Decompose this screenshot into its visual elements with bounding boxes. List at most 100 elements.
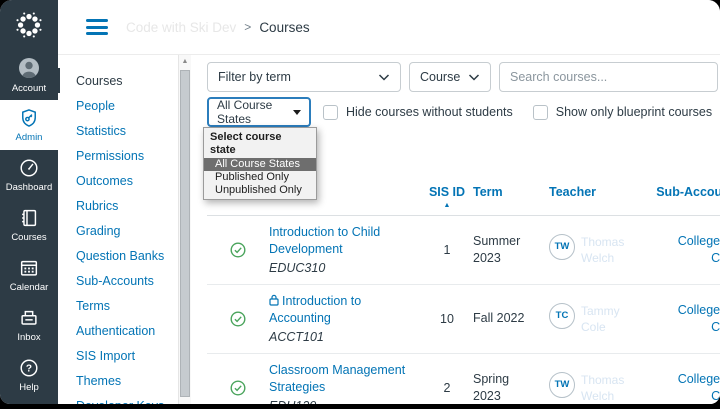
column-header-sub-account[interactable]: Sub-Account — [639, 185, 720, 199]
teacher-name-link[interactable]: Tammy Cole — [581, 303, 639, 335]
sidebar-item-people[interactable]: People — [58, 93, 178, 118]
dropdown-option-all-course-states[interactable]: All Course States — [204, 158, 316, 171]
sidebar-item-statistics[interactable]: Statistics — [58, 118, 178, 143]
course-code: EDU120 — [269, 398, 415, 404]
published-status-cell — [207, 242, 269, 258]
sidebar-item-terms[interactable]: Terms — [58, 293, 178, 318]
breadcrumb-current: Courses — [259, 19, 310, 35]
course-code: ACCT101 — [269, 329, 324, 344]
course-cell: Classroom Management Strategies EDU120 — [269, 362, 421, 404]
course-link[interactable]: Introduction to Child Development — [269, 224, 415, 258]
global-nav-dashboard[interactable]: Dashboard — [0, 150, 58, 200]
column-header-sis-id[interactable]: SIS ID ▲ — [421, 185, 473, 209]
sub-account-link[interactable]: College of Cou — [639, 302, 720, 337]
course-state-value: All Course States — [217, 98, 273, 126]
filter-row-primary: Filter by term Course — [207, 62, 720, 92]
sidebar-item-courses[interactable]: Courses — [58, 68, 178, 93]
term-cell: Summer 2023 — [473, 233, 521, 266]
sub-account-line: Cou — [711, 320, 720, 334]
filter-row-secondary: All Course States Hide courses without s… — [207, 97, 720, 127]
global-nav-help-label: Help — [19, 382, 39, 393]
courses-main-panel: Filter by term Course Search courses... … — [191, 55, 720, 404]
global-nav-dashboard-label: Dashboard — [5, 182, 53, 193]
global-nav-inbox[interactable]: Inbox — [0, 300, 58, 350]
sidebar-item-outcomes[interactable]: Outcomes — [58, 168, 178, 193]
page-header: Code with Ski Dev > Courses — [58, 0, 720, 55]
teacher-avatar[interactable]: TW — [549, 233, 575, 260]
column-header-teacher[interactable]: Teacher — [543, 185, 639, 199]
sidebar-item-sub-accounts[interactable]: Sub-Accounts — [58, 268, 178, 293]
select-triangle-icon — [293, 109, 301, 115]
sidebar-item-rubrics[interactable]: Rubrics — [58, 193, 178, 218]
teacher-cell: TW Thomas Welch — [543, 233, 639, 266]
sidebar-item-permissions[interactable]: Permissions — [58, 143, 178, 168]
hide-without-students-checkbox[interactable] — [323, 104, 338, 120]
sidebar-item-question-banks[interactable]: Question Banks — [58, 243, 178, 268]
sidebar-item-themes[interactable]: Themes — [58, 368, 178, 393]
course-cell: Introduction to Child Development EDUC31… — [269, 224, 421, 276]
course-state-select[interactable]: All Course States — [207, 97, 311, 127]
breadcrumb-account-link[interactable]: Code with Ski Dev — [126, 20, 236, 35]
published-check-icon — [230, 242, 246, 258]
teacher-cell: TC Tammy Cole — [543, 302, 639, 335]
course-link[interactable]: Classroom Management Strategies — [269, 362, 415, 396]
help-question-icon: ? — [20, 359, 38, 377]
blueprint-only-checkbox[interactable] — [532, 104, 548, 120]
sidebar-item-sis-import[interactable]: SIS Import — [58, 343, 178, 368]
published-status-cell — [207, 311, 269, 327]
blueprint-only-label: Show only blueprint courses — [555, 105, 713, 119]
dropdown-option-unpublished-only[interactable]: Unpublished Only — [204, 184, 316, 197]
screenshot-frame: Account Admin Dashboard Courses Calendar… — [0, 0, 720, 409]
dropdown-group-label: Select course state — [210, 131, 282, 156]
course-type-select[interactable]: Course — [409, 62, 491, 92]
column-header-term[interactable]: Term — [473, 185, 543, 199]
teacher-cell: TW Thomas Welch — [543, 371, 639, 404]
global-nav-account[interactable]: Account — [0, 50, 58, 100]
scrollbar-up-arrow[interactable]: ▲ — [179, 55, 191, 68]
sidebar-item-grading[interactable]: Grading — [58, 218, 178, 243]
svg-text:?: ? — [26, 364, 32, 375]
global-nav-help[interactable]: ? Help — [0, 350, 58, 400]
table-row: Introduction to Child Development EDUC31… — [207, 216, 720, 285]
sub-account-line: Cou — [711, 251, 720, 265]
teacher-name-link[interactable]: Thomas Welch — [581, 372, 639, 404]
sis-id-cell: 10 — [440, 312, 454, 326]
published-check-icon — [230, 311, 246, 327]
hide-without-students-label: Hide courses without students — [346, 105, 513, 119]
sidebar-item-developer-keys[interactable]: Developer Keys — [58, 393, 178, 405]
chevron-down-icon — [468, 73, 480, 81]
global-nav-courses[interactable]: Courses — [0, 200, 58, 250]
published-status-cell — [207, 380, 269, 396]
global-nav-calendar[interactable]: Calendar — [0, 250, 58, 300]
dropdown-option-published-only[interactable]: Published Only — [204, 171, 316, 184]
hamburger-menu-icon[interactable] — [86, 19, 108, 35]
breadcrumb-separator: > — [244, 20, 252, 34]
sidebar-scrollbar[interactable]: ▲ — [178, 55, 191, 404]
global-navigation: Account Admin Dashboard Courses Calendar… — [0, 0, 58, 404]
sis-id-cell: 1 — [443, 243, 451, 257]
chevron-down-icon — [378, 73, 390, 81]
sub-account-line: College of — [677, 302, 720, 317]
sub-account-line: College of — [677, 371, 720, 386]
global-nav-admin[interactable]: Admin — [0, 100, 58, 150]
teacher-name-link[interactable]: Thomas Welch — [581, 234, 639, 266]
published-check-icon — [230, 380, 246, 396]
calendar-icon — [20, 260, 38, 276]
canvas-logo[interactable] — [0, 0, 58, 50]
scrollbar-thumb[interactable] — [180, 70, 190, 397]
sub-account-link[interactable]: College of Cou — [639, 371, 720, 405]
sis-id-header-label: SIS ID — [428, 185, 466, 199]
canvas-admin-app: Account Admin Dashboard Courses Calendar… — [0, 0, 720, 404]
term-filter-select[interactable]: Filter by term — [207, 62, 401, 92]
teacher-avatar[interactable]: TW — [549, 371, 575, 398]
sub-account-link[interactable]: College of Cou — [639, 233, 720, 268]
sort-ascending-icon: ▲ — [443, 202, 451, 209]
table-row: Classroom Management Strategies EDU120 2… — [207, 354, 720, 404]
search-courses-input[interactable] — [499, 62, 718, 92]
breadcrumb: Code with Ski Dev > Courses — [126, 20, 310, 35]
inbox-icon — [21, 310, 37, 325]
account-avatar-icon — [19, 58, 39, 78]
course-link[interactable]: Introduction to Accounting — [269, 293, 415, 327]
sidebar-item-authentication[interactable]: Authentication — [58, 318, 178, 343]
teacher-avatar[interactable]: TC — [549, 302, 575, 329]
